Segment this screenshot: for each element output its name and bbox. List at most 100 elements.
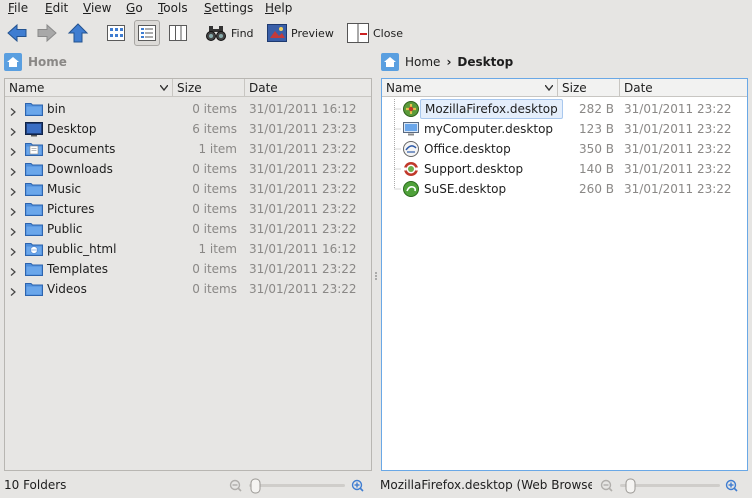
pane-splitter[interactable] (374, 270, 378, 280)
table-row[interactable]: Support.desktop 140 B 31/01/2011 23:22 (382, 159, 747, 179)
menu-help[interactable]: Help (265, 0, 292, 16)
right-zoom-slider[interactable] (600, 478, 740, 494)
column-name[interactable]: Name (382, 79, 558, 97)
table-row[interactable]: Public 0 items 31/01/2011 23:22 (5, 219, 371, 239)
icon-view-button[interactable] (103, 20, 129, 46)
menu-edit[interactable]: Edit (45, 0, 68, 16)
back-arrow-icon (7, 23, 27, 43)
left-status-text: 10 Folders (4, 478, 67, 492)
details-view-button[interactable] (134, 20, 160, 46)
file-date: 31/01/2011 23:22 (624, 162, 732, 176)
home-icon[interactable] (4, 53, 22, 71)
table-row[interactable]: Desktop 6 items 31/01/2011 23:23 (5, 119, 371, 139)
sort-chevron-down-icon (545, 85, 553, 91)
table-row[interactable]: Documents 1 item 31/01/2011 23:22 (5, 139, 371, 159)
breadcrumb-current[interactable]: Desktop (457, 55, 513, 69)
up-button[interactable] (67, 20, 89, 46)
file-size: 0 items (192, 282, 237, 296)
file-name: Support.desktop (424, 162, 524, 176)
file-date: 31/01/2011 23:22 (249, 202, 357, 216)
file-name: Office.desktop (424, 142, 511, 156)
toolbar: Find Preview Close (0, 18, 752, 48)
table-row[interactable]: Templates 0 items 31/01/2011 23:22 (5, 259, 371, 279)
find-label: Find (231, 26, 254, 40)
expand-chevron-icon[interactable] (10, 265, 16, 279)
folder-icon (25, 161, 43, 180)
column-date[interactable]: Date (620, 79, 747, 97)
table-row[interactable]: Videos 0 items 31/01/2011 23:22 (5, 279, 371, 299)
table-row[interactable]: public_html 1 item 31/01/2011 16:12 (5, 239, 371, 259)
file-date: 31/01/2011 23:22 (249, 262, 357, 276)
file-name: Desktop (47, 122, 97, 136)
sort-chevron-down-icon (160, 85, 168, 91)
table-row[interactable]: Downloads 0 items 31/01/2011 23:22 (5, 159, 371, 179)
home-icon[interactable] (381, 53, 399, 71)
expand-chevron-icon[interactable] (10, 205, 16, 219)
icon-view-icon (107, 25, 125, 41)
up-arrow-icon (67, 23, 89, 43)
find-button[interactable]: Find (205, 20, 254, 46)
columns-view-button[interactable] (165, 20, 191, 46)
file-name: Music (47, 182, 82, 196)
folder-icon (25, 221, 43, 240)
file-size: 282 B (579, 102, 614, 116)
menu-settings[interactable]: Settings (204, 0, 253, 16)
expand-chevron-icon[interactable] (10, 125, 16, 139)
left-zoom-slider[interactable] (229, 478, 365, 494)
menu-view[interactable]: View (83, 0, 111, 16)
menu-go[interactable]: Go (126, 0, 143, 16)
menu-file[interactable]: File (8, 0, 28, 16)
table-row[interactable]: SuSE.desktop 260 B 31/01/2011 23:22 (382, 179, 747, 199)
column-date[interactable]: Date (245, 79, 371, 97)
column-size[interactable]: Size (173, 79, 245, 97)
preview-button[interactable]: Preview (267, 20, 334, 46)
column-name[interactable]: Name (5, 79, 173, 97)
table-row[interactable]: Office.desktop 350 B 31/01/2011 23:22 (382, 139, 747, 159)
file-size: 0 items (192, 202, 237, 216)
expand-chevron-icon[interactable] (10, 105, 16, 119)
file-name: Pictures (47, 202, 95, 216)
file-size: 350 B (579, 142, 614, 156)
forward-arrow-icon (37, 23, 57, 43)
file-size: 0 items (192, 162, 237, 176)
folder-icon (25, 261, 43, 280)
expand-chevron-icon[interactable] (10, 165, 16, 179)
file-date: 31/01/2011 23:22 (249, 222, 357, 236)
file-date: 31/01/2011 23:22 (249, 142, 357, 156)
file-size: 1 item (198, 142, 237, 156)
close-view-icon (347, 23, 369, 43)
menubar: File Edit View Go Tools Settings Help (0, 0, 752, 16)
forward-button[interactable] (36, 20, 58, 46)
table-row[interactable]: myComputer.desktop 123 B 31/01/2011 23:22 (382, 119, 747, 139)
computer-icon (403, 121, 419, 140)
file-size: 123 B (579, 122, 614, 136)
file-name: Downloads (47, 162, 113, 176)
table-row[interactable]: Pictures 0 items 31/01/2011 23:22 (5, 199, 371, 219)
file-list: MozillaFirefox.desktop 282 B 31/01/2011 23… (382, 99, 747, 199)
close-button[interactable]: Close (347, 20, 403, 46)
menu-tools[interactable]: Tools (158, 0, 188, 16)
expand-chevron-icon[interactable] (10, 245, 16, 259)
expand-chevron-icon[interactable] (10, 225, 16, 239)
right-file-pane[interactable]: Name Size Date MozillaFirefox.desktop 282… (381, 78, 748, 471)
column-size[interactable]: Size (558, 79, 620, 97)
column-header: Name Size Date (5, 79, 371, 97)
expand-chevron-icon[interactable] (10, 285, 16, 299)
file-name: myComputer.desktop (424, 122, 554, 136)
folder-icon (25, 181, 43, 200)
file-name: Templates (47, 262, 109, 276)
breadcrumb-home[interactable]: Home (405, 55, 440, 69)
file-size: 260 B (579, 182, 614, 196)
close-label: Close (373, 26, 403, 40)
file-name: bin (47, 102, 66, 116)
left-file-pane[interactable]: Name Size Date bin 0 items 31/01/2011 16:1… (4, 78, 372, 471)
breadcrumb-home[interactable]: Home (28, 55, 67, 69)
desktop-folder-icon (25, 121, 43, 140)
table-row[interactable]: bin 0 items 31/01/2011 16:12 (5, 99, 371, 119)
expand-chevron-icon[interactable] (10, 145, 16, 159)
back-button[interactable] (6, 20, 28, 46)
file-size: 140 B (579, 162, 614, 176)
table-row[interactable]: Music 0 items 31/01/2011 23:22 (5, 179, 371, 199)
expand-chevron-icon[interactable] (10, 185, 16, 199)
table-row[interactable]: MozillaFirefox.desktop 282 B 31/01/2011 23… (382, 99, 747, 119)
